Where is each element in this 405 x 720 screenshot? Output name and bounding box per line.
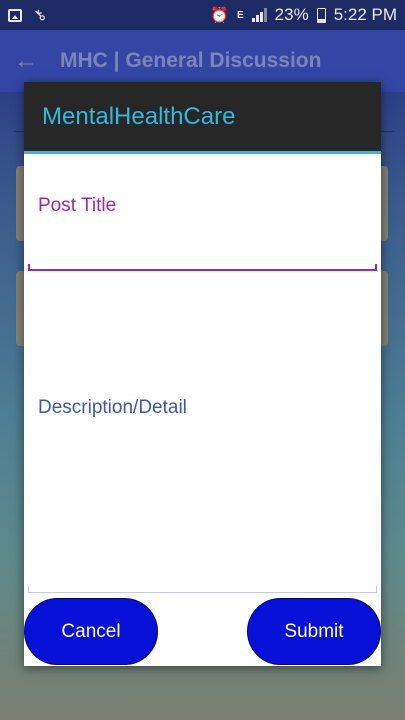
battery-icon: [316, 7, 326, 23]
new-post-dialog: MentalHealthCare Post Title Description/…: [24, 82, 381, 666]
post-title-field[interactable]: Post Title: [28, 177, 377, 271]
image-icon: [8, 8, 22, 22]
post-title-label: Post Title: [38, 195, 117, 216]
page-title: MHC | General Discussion: [60, 49, 322, 72]
dialog-header: MentalHealthCare: [24, 82, 381, 154]
description-label: Description/Detail: [38, 397, 187, 418]
dialog-title: MentalHealthCare: [42, 102, 236, 130]
network-icon: E: [236, 9, 244, 21]
submit-button[interactable]: Submit: [247, 598, 381, 665]
cancel-button[interactable]: Cancel: [24, 598, 158, 665]
key-icon: ⚷: [29, 5, 50, 26]
back-arrow-icon[interactable]: ←: [14, 47, 38, 75]
clock: 5:22 PM: [333, 5, 397, 24]
battery-percent: 23%: [274, 5, 309, 24]
description-field[interactable]: Description/Detail: [28, 287, 377, 593]
signal-icon: [251, 8, 267, 22]
alarm-icon: ⏰: [210, 7, 229, 24]
status-bar: ⚷ ⏰ E 23% 5:22 PM: [0, 0, 405, 30]
